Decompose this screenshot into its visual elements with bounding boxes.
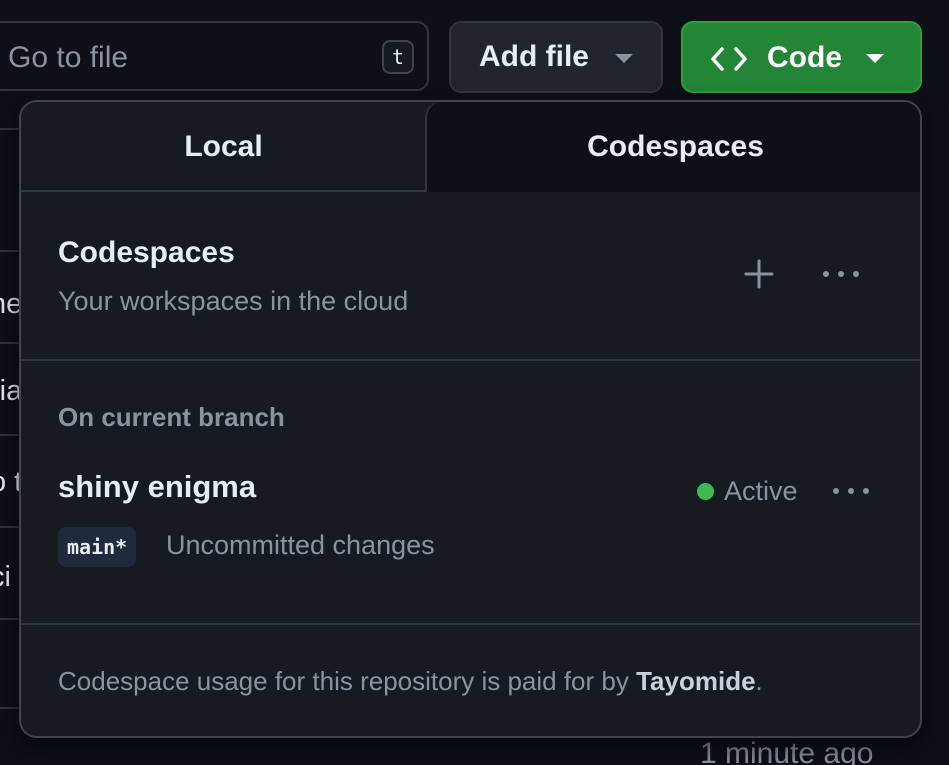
code-button[interactable]: Code	[681, 21, 922, 93]
plus-icon	[744, 259, 774, 289]
repo-page: ne ria o t ci 1 minute ago Go to file t …	[0, 0, 949, 765]
commit-timestamp: 1 minute ago	[700, 737, 874, 765]
codespace-options-button[interactable]	[831, 484, 871, 498]
file-row-text: ci	[0, 561, 11, 593]
section-subtitle: Your workspaces in the cloud	[58, 286, 409, 316]
section-title: Codespaces	[58, 236, 235, 269]
new-codespace-button[interactable]	[742, 257, 776, 291]
footer-text: Codespace usage for this repository is p…	[58, 666, 637, 696]
footer-suffix: .	[755, 666, 763, 696]
go-to-file-input[interactable]: Go to file t	[0, 21, 429, 91]
triangle-down-icon	[866, 54, 884, 63]
tab-local[interactable]: Local	[21, 102, 426, 192]
branch-badge: main*	[58, 527, 137, 567]
divider	[21, 623, 920, 625]
go-to-file-placeholder: Go to file	[8, 41, 129, 74]
shortcut-key: t	[382, 40, 414, 74]
code-brackets-icon	[710, 44, 748, 82]
footer-owner: Tayomide	[636, 666, 756, 696]
add-file-label: Add file	[479, 40, 589, 73]
status-text: Active	[724, 476, 798, 506]
changes-status: Uncommitted changes	[166, 530, 435, 560]
codespace-name[interactable]: shiny enigma	[58, 469, 256, 505]
code-dropdown: Local Codespaces Codespaces Your workspa…	[19, 100, 922, 738]
status-badge: Active	[697, 476, 798, 507]
active-dot-icon	[697, 483, 714, 500]
code-button-label: Code	[767, 41, 842, 74]
group-label: On current branch	[58, 402, 285, 432]
tab-codespaces[interactable]: Codespaces	[425, 102, 920, 192]
triangle-down-icon	[615, 54, 633, 63]
usage-footer: Codespace usage for this repository is p…	[58, 666, 763, 697]
codespaces-options-button[interactable]	[821, 267, 861, 281]
add-file-button[interactable]: Add file	[449, 21, 663, 93]
codespaces-header: Codespaces Your workspaces in the cloud	[21, 192, 920, 359]
kebab-horizontal-icon	[833, 488, 869, 494]
kebab-horizontal-icon	[823, 271, 859, 277]
divider	[21, 359, 920, 361]
